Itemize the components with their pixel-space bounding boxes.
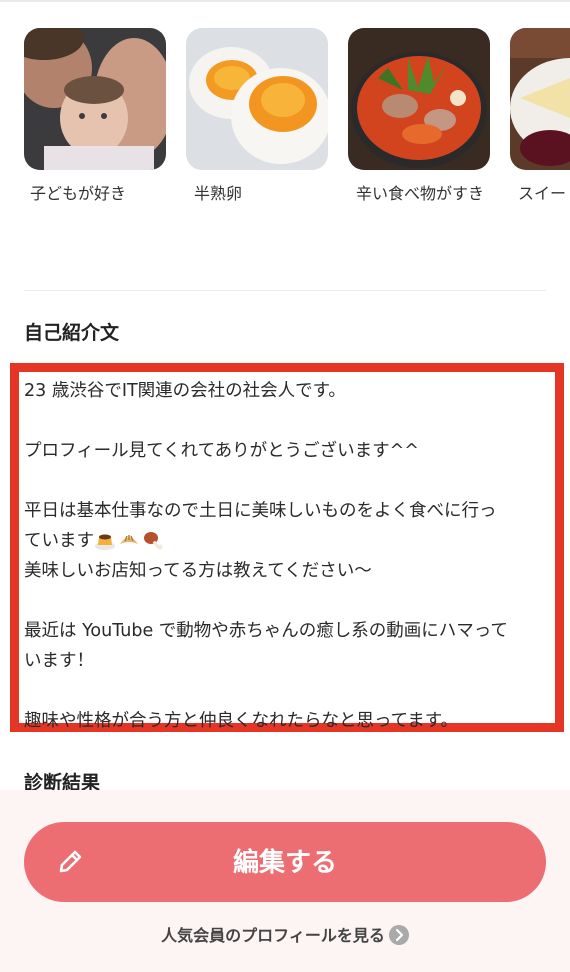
intro-line-with-emoji: ています	[24, 526, 552, 556]
interest-label: 半熟卵	[194, 184, 243, 203]
interest-card-spicy-food[interactable]: 辛い食べ物がすき	[348, 28, 490, 204]
spicy-food-photo	[348, 28, 490, 170]
popular-link-label: 人気会員のプロフィールを見る	[161, 926, 385, 945]
intro-line: 趣味や性格が合う方と仲良くなれたらなと思ってます。	[24, 711, 458, 731]
boiled-egg-photo	[186, 28, 328, 170]
meat-on-bone-emoji	[142, 529, 164, 551]
interest-card-children[interactable]: 子どもが好き	[24, 28, 166, 204]
croissant-emoji	[118, 529, 140, 551]
sweets-photo	[510, 28, 570, 170]
section-divider	[24, 290, 546, 291]
intro-section-title: 自己紹介文	[24, 322, 120, 344]
edit-profile-button[interactable]: 編集する	[24, 822, 546, 902]
intro-line: います！	[24, 651, 94, 671]
intro-line: 23 歳渋谷でIT関連の会社の社会人です。	[24, 381, 346, 401]
popular-profiles-link[interactable]: 人気会員のプロフィールを見る	[0, 922, 570, 946]
interest-card-egg[interactable]: 半熟卵	[186, 28, 328, 204]
intro-line: 美味しいお店知ってる方は教えてください〜	[24, 561, 372, 581]
intro-line: 平日は基本仕事なので土日に美味しいものをよく食べに行っ	[24, 501, 497, 521]
pudding-emoji	[94, 529, 116, 551]
intro-line: プロフィール見てくれてありがとうございます^^	[24, 441, 419, 461]
family-photo	[24, 28, 166, 170]
interest-label: スイー	[518, 184, 567, 203]
intro-line: 最近は YouTube で動物や赤ちゃんの癒し系の動画にハマって	[24, 621, 508, 641]
interest-label: 子どもが好き	[30, 184, 127, 203]
interest-label: 辛い食べ物がすき	[356, 184, 485, 203]
interest-card-sweets[interactable]: スイー	[510, 28, 570, 204]
chevron-right-icon	[388, 925, 409, 945]
interest-carousel[interactable]: 子どもが好き 半熟卵 辛い食べ物がすき スイー	[0, 28, 570, 208]
intro-line: ています	[24, 531, 94, 551]
edit-button-label: 編集する	[232, 847, 337, 877]
top-divider	[0, 0, 570, 2]
intro-text: 23 歳渋谷でIT関連の会社の社会人です。 プロフィール見てくれてありがとうござ…	[24, 376, 552, 736]
